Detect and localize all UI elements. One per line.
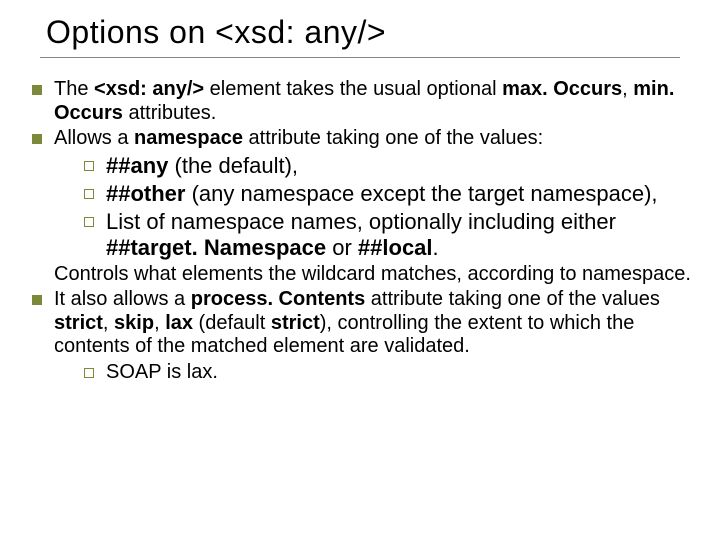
text-run: Allows a [54, 127, 134, 149]
bullet-item: Allows a namespace attribute taking one … [32, 127, 696, 151]
square-bullet-icon [32, 85, 42, 95]
square-bullet-icon [32, 295, 42, 305]
text-run: (default [193, 312, 271, 334]
sub-bullet-text: ##any (the default), [106, 153, 696, 179]
sub-list: ##any (the default), ##other (any namesp… [66, 153, 696, 261]
text-run: , [103, 312, 114, 334]
slide: Options on <xsd: any/> The <xsd: any/> e… [0, 0, 720, 540]
text-bold: ##any [106, 153, 168, 178]
title-underline [40, 57, 680, 58]
paragraph: Controls what elements the wildcard matc… [54, 263, 696, 287]
text-bold: strict [54, 312, 103, 334]
text-run: , [622, 78, 633, 100]
text-bold: ##target. Namespace [106, 235, 326, 260]
hollow-square-bullet-icon [84, 189, 94, 199]
text-bold: ##other [106, 181, 185, 206]
slide-title: Options on <xsd: any/> [40, 10, 672, 57]
sub-list: SOAP is lax. [66, 361, 696, 385]
sub-bullet-item: List of namespace names, optionally incl… [66, 209, 696, 261]
text-run: attribute taking one of the values [365, 288, 660, 310]
hollow-square-bullet-icon [84, 217, 94, 227]
text-run: , [154, 312, 165, 334]
sub-bullet-item: ##any (the default), [66, 153, 696, 179]
text-bold: lax [165, 312, 193, 334]
bullet-item: The <xsd: any/> element takes the usual … [32, 78, 696, 125]
text-bold: max. Occurs [502, 78, 622, 100]
text-run: (any namespace except the target namespa… [185, 181, 657, 206]
text-bold: ##local [358, 235, 433, 260]
text-bold: <xsd: any/> [94, 78, 204, 100]
text-bold: skip [114, 312, 154, 334]
square-bullet-icon [32, 134, 42, 144]
text-run: List of namespace names, optionally incl… [106, 209, 616, 234]
title-area: Options on <xsd: any/> [40, 10, 680, 58]
text-run: attribute taking one of the values: [243, 127, 543, 149]
body-area: The <xsd: any/> element takes the usual … [32, 76, 696, 387]
text-run: attributes. [123, 102, 216, 124]
text-run: or [326, 235, 358, 260]
sub-bullet-text: List of namespace names, optionally incl… [106, 209, 696, 261]
text-bold: namespace [134, 127, 243, 149]
text-bold: process. Contents [191, 288, 365, 310]
text-run: The [54, 78, 94, 100]
text-run: element takes the usual optional [204, 78, 502, 100]
hollow-square-bullet-icon [84, 161, 94, 171]
text-run: It also allows a [54, 288, 191, 310]
text-run: (the default), [168, 153, 298, 178]
bullet-text: It also allows a process. Contents attri… [54, 288, 696, 359]
text-bold: strict [271, 312, 320, 334]
sub-bullet-text: ##other (any namespace except the target… [106, 181, 696, 207]
bullet-item: It also allows a process. Contents attri… [32, 288, 696, 359]
sub-bullet-item: SOAP is lax. [66, 361, 696, 385]
hollow-square-bullet-icon [84, 368, 94, 378]
text-run: . [433, 235, 439, 260]
sub-bullet-item: ##other (any namespace except the target… [66, 181, 696, 207]
sub-bullet-text: SOAP is lax. [106, 361, 696, 385]
bullet-text: Allows a namespace attribute taking one … [54, 127, 696, 151]
bullet-text: The <xsd: any/> element takes the usual … [54, 78, 696, 125]
